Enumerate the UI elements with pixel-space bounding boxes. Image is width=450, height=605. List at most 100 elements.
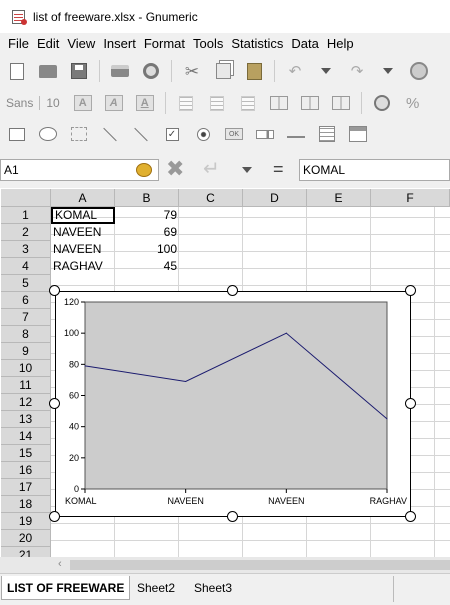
menu-edit[interactable]: Edit — [33, 34, 63, 54]
menu-view[interactable]: View — [63, 34, 99, 54]
row-header-9[interactable]: 9 — [1, 343, 51, 360]
cell-a2[interactable]: NAVEEN — [51, 224, 115, 241]
currency-button[interactable] — [371, 92, 393, 114]
rectangle-tool[interactable] — [6, 123, 28, 145]
row-header-20[interactable]: 20 — [1, 530, 51, 547]
hyperlink-button[interactable] — [408, 60, 430, 82]
row-header-10[interactable]: 10 — [1, 360, 51, 377]
row-header-15[interactable]: 15 — [1, 445, 51, 462]
radio-tool[interactable] — [192, 123, 214, 145]
redo-button[interactable]: ↷ — [346, 60, 368, 82]
bold-button[interactable]: A — [72, 92, 94, 114]
menu-statistics[interactable]: Statistics — [227, 34, 287, 54]
row-header-14[interactable]: 14 — [1, 428, 51, 445]
row-header-13[interactable]: 13 — [1, 411, 51, 428]
row-header-12[interactable]: 12 — [1, 394, 51, 411]
resize-handle[interactable] — [227, 285, 238, 296]
new-button[interactable] — [6, 60, 28, 82]
merge-cells-button[interactable] — [268, 92, 290, 114]
italic-button[interactable]: A — [103, 92, 125, 114]
scroll-left-icon[interactable]: ‹ — [58, 558, 62, 570]
label-tool[interactable] — [68, 123, 90, 145]
formula-input[interactable]: KOMAL — [299, 159, 450, 181]
select-all-corner[interactable] — [1, 189, 51, 207]
center-across-button[interactable] — [299, 92, 321, 114]
menu-help[interactable]: Help — [323, 34, 358, 54]
chart-object[interactable]: 0 20 40 60 80 100 120 KOMAL NAVEEN NAVEEN RAGHAV — [55, 291, 411, 517]
undo-dropdown[interactable] — [315, 60, 337, 82]
equals-button[interactable]: = — [273, 158, 284, 180]
resize-handle[interactable] — [405, 511, 416, 522]
function-dropdown[interactable] — [242, 167, 252, 173]
list-tool[interactable] — [316, 123, 338, 145]
tab-list-of-freeware[interactable]: LIST OF FREEWARE — [1, 576, 131, 600]
undo-button[interactable]: ↶ — [284, 60, 306, 82]
cell-b1[interactable]: 79 — [115, 207, 179, 224]
font-name-selector[interactable]: Sans — [6, 96, 33, 110]
column-header-e[interactable]: E — [307, 189, 371, 207]
name-box[interactable]: A1 — [0, 159, 159, 181]
cell-a4[interactable]: RAGHAV — [51, 258, 115, 275]
spreadsheet-grid[interactable]: ABCDEF 1 2 3 4 5 6 7 8 9 10 11 12 13 14 15 16 17 18 19 20 21… — [0, 188, 450, 557]
paste-button[interactable] — [243, 60, 265, 82]
cell-b2[interactable]: 69 — [115, 224, 179, 241]
print-preview-button[interactable] — [140, 60, 162, 82]
column-header-d[interactable]: D — [243, 189, 307, 207]
row-header-5[interactable]: 5 — [1, 275, 51, 292]
horizontal-scrollbar[interactable]: ‹ — [0, 557, 450, 573]
cell-a1[interactable]: KOMAL — [51, 207, 115, 224]
row-header-18[interactable]: 18 — [1, 496, 51, 513]
accept-edit-button[interactable]: ↵ — [203, 157, 220, 181]
resize-handle[interactable] — [49, 398, 60, 409]
cell-a3[interactable]: NAVEEN — [51, 241, 115, 258]
menu-data[interactable]: Data — [287, 34, 322, 54]
row-header-7[interactable]: 7 — [1, 309, 51, 326]
resize-handle[interactable] — [49, 285, 60, 296]
font-size-selector[interactable]: 10 — [39, 96, 60, 110]
row-header-3[interactable]: 3 — [1, 241, 51, 258]
save-button[interactable] — [68, 60, 90, 82]
line-tool[interactable] — [99, 123, 121, 145]
scrollbar-thumb[interactable] — [70, 560, 450, 570]
menu-format[interactable]: Format — [140, 34, 189, 54]
row-header-1[interactable]: 1 — [1, 207, 51, 224]
column-header-c[interactable]: C — [179, 189, 243, 207]
tab-sheet2[interactable]: Sheet2 — [132, 576, 180, 600]
row-header-4[interactable]: 4 — [1, 258, 51, 275]
checkbox-tool[interactable]: ✓ — [161, 123, 183, 145]
align-right-button[interactable] — [237, 92, 259, 114]
print-button[interactable] — [109, 60, 131, 82]
row-header-19[interactable]: 19 — [1, 513, 51, 530]
align-left-button[interactable] — [175, 92, 197, 114]
cell-b4[interactable]: 45 — [115, 258, 179, 275]
scrollbar-tool[interactable] — [254, 123, 276, 145]
align-center-button[interactable] — [206, 92, 228, 114]
cancel-edit-button[interactable]: ✖ — [166, 157, 184, 181]
menu-insert[interactable]: Insert — [99, 34, 140, 54]
menu-file[interactable]: File — [4, 34, 33, 54]
cell-b3[interactable]: 100 — [115, 241, 179, 258]
resize-handle[interactable] — [49, 511, 60, 522]
underline-button[interactable]: A — [134, 92, 156, 114]
percent-button[interactable]: % — [402, 92, 424, 114]
combo-tool[interactable] — [347, 123, 369, 145]
row-header-6[interactable]: 6 — [1, 292, 51, 309]
copy-button[interactable] — [212, 60, 234, 82]
row-header-11[interactable]: 11 — [1, 377, 51, 394]
redo-dropdown[interactable] — [377, 60, 399, 82]
row-header-8[interactable]: 8 — [1, 326, 51, 343]
resize-handle[interactable] — [405, 398, 416, 409]
row-header-17[interactable]: 17 — [1, 479, 51, 496]
goto-icon[interactable] — [136, 163, 152, 177]
resize-handle[interactable] — [227, 511, 238, 522]
column-header-b[interactable]: B — [115, 189, 179, 207]
menu-tools[interactable]: Tools — [189, 34, 227, 54]
column-header-a[interactable]: A — [51, 189, 115, 207]
slider-tool[interactable] — [285, 123, 307, 145]
cut-button[interactable]: ✂ — [181, 60, 203, 82]
arrow-tool[interactable] — [130, 123, 152, 145]
column-header-f[interactable]: F — [371, 189, 450, 207]
row-header-21[interactable]: 21 — [1, 547, 51, 557]
split-cells-button[interactable] — [330, 92, 352, 114]
row-header-16[interactable]: 16 — [1, 462, 51, 479]
